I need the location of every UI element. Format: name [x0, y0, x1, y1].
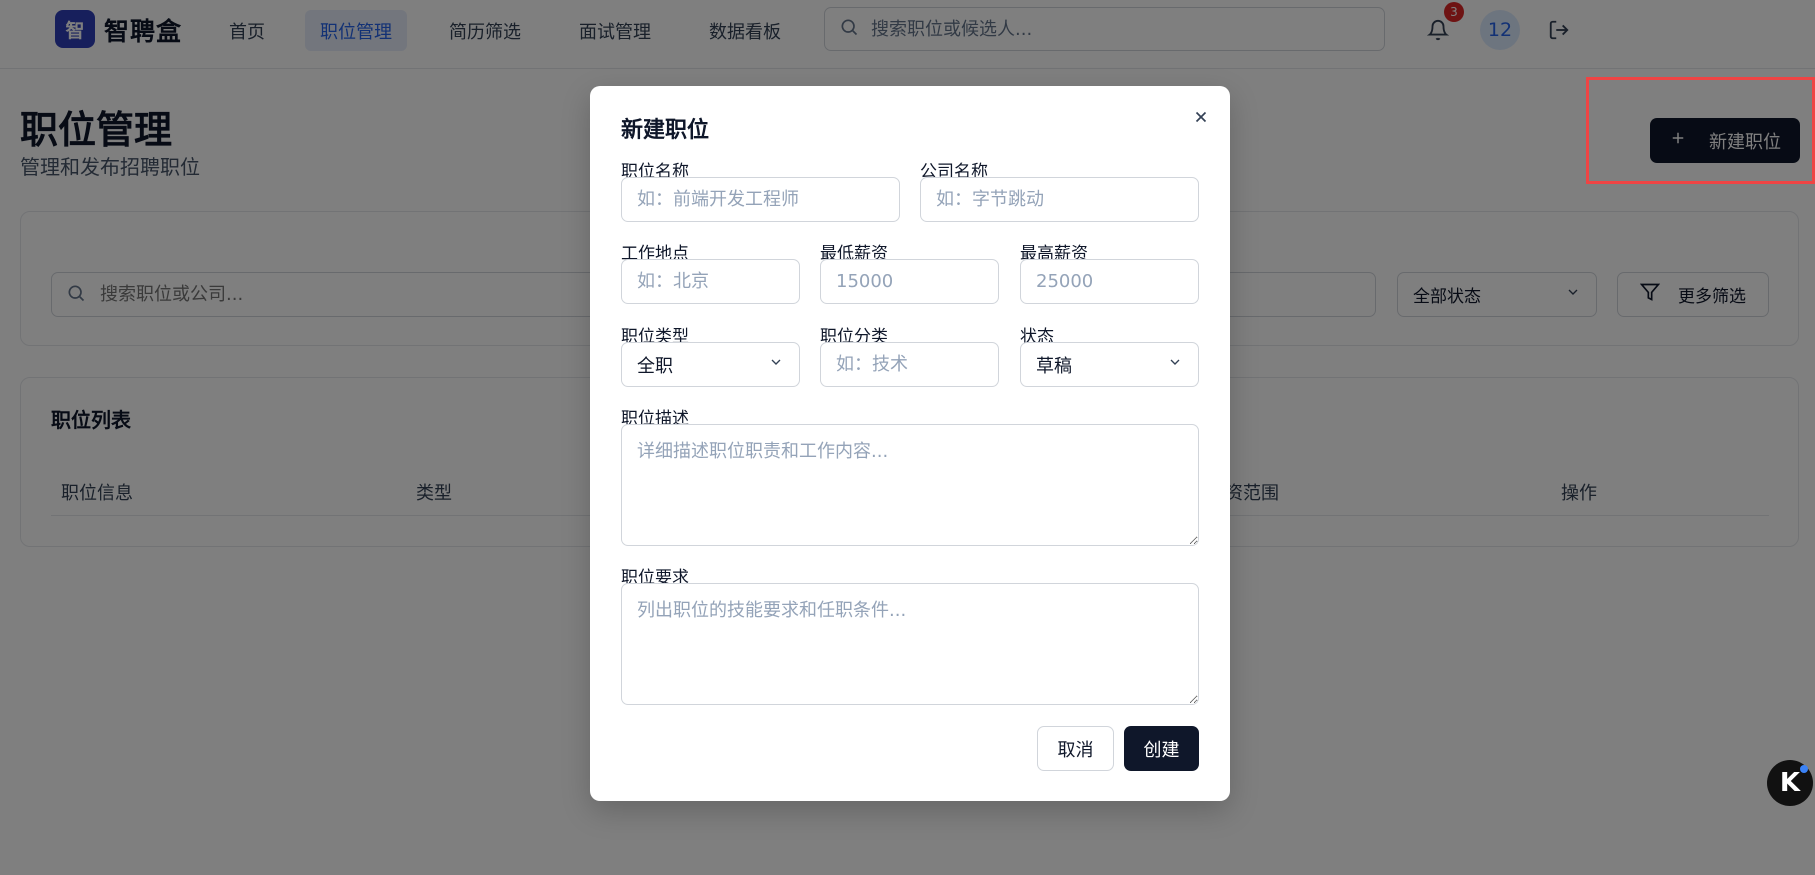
chevron-down-icon	[1167, 354, 1183, 375]
min-salary-input[interactable]	[820, 259, 999, 304]
max-salary-input[interactable]	[1020, 259, 1199, 304]
chevron-down-icon	[768, 354, 784, 375]
status-dot	[1800, 765, 1808, 773]
job-type-value: 全职	[637, 355, 673, 377]
new-job-dialog: 新建职位 职位名称 公司名称 工作地点 最低薪资 最高薪资 职位类型 全职 职位…	[590, 86, 1230, 801]
requirements-textarea[interactable]	[621, 583, 1199, 705]
job-title-input[interactable]	[621, 177, 900, 222]
job-type-select[interactable]: 全职	[621, 342, 800, 387]
cancel-button[interactable]: 取消	[1037, 726, 1114, 771]
description-textarea[interactable]	[621, 424, 1199, 546]
status-value: 草稿	[1036, 355, 1072, 377]
dialog-title: 新建职位	[621, 118, 710, 143]
highlight-annotation	[1586, 77, 1815, 184]
category-input[interactable]	[820, 342, 999, 387]
location-input[interactable]	[621, 259, 800, 304]
company-input[interactable]	[920, 177, 1199, 222]
close-icon[interactable]	[1189, 105, 1213, 129]
status-select[interactable]: 草稿	[1020, 342, 1199, 387]
create-button[interactable]: 创建	[1124, 726, 1199, 771]
